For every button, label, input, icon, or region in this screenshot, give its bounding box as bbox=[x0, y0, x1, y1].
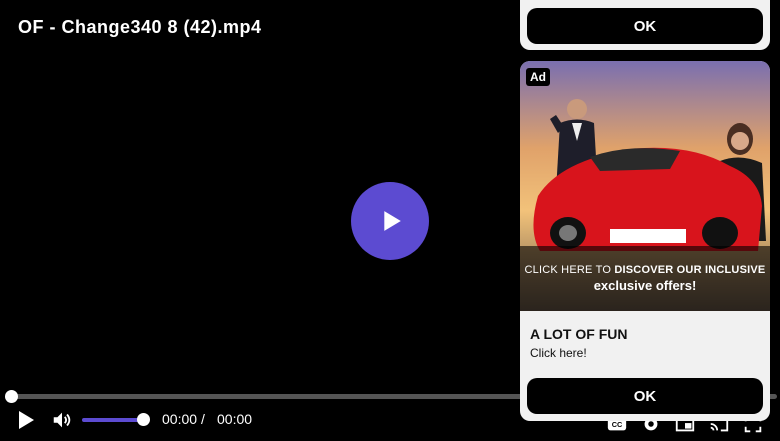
ad-banner[interactable]: CLICK HERE TO DISCOVER OUR INCLUSIVE exc… bbox=[520, 246, 770, 311]
current-time: 00:00 bbox=[162, 411, 198, 427]
volume-icon[interactable] bbox=[51, 409, 73, 431]
ad-badge: Ad bbox=[526, 68, 550, 86]
ad-banner-line1: CLICK HERE TO DISCOVER OUR INCLUSIVE bbox=[525, 264, 766, 276]
ok-button[interactable]: OK bbox=[527, 378, 763, 414]
ad-subtext[interactable]: Click here! bbox=[530, 346, 587, 360]
ad-banner-bold: DISCOVER OUR INCLUSIVE bbox=[614, 264, 766, 276]
ad-headline: A LOT OF FUN bbox=[530, 326, 628, 342]
ad-banner-prefix: CLICK HERE TO bbox=[524, 264, 612, 276]
ad-banner-line2: exclusive offers! bbox=[593, 278, 697, 293]
ad-top-panel: OK bbox=[520, 0, 770, 50]
svg-text:CC: CC bbox=[612, 420, 623, 429]
ok-button[interactable]: OK bbox=[527, 8, 763, 44]
duration: 00:00 bbox=[217, 411, 253, 427]
volume-handle[interactable] bbox=[137, 413, 150, 426]
ad-card[interactable]: Ad CLICK HERE TO DISCOVER OUR INCLUSIVE … bbox=[520, 61, 770, 421]
play-icon[interactable] bbox=[14, 408, 38, 432]
video-title: OF - Change340 8 (42).mp4 bbox=[18, 17, 262, 37]
play-icon bbox=[384, 211, 401, 231]
big-play-button[interactable] bbox=[351, 182, 429, 260]
time-separator: / bbox=[201, 411, 205, 427]
progress-handle[interactable] bbox=[5, 390, 18, 403]
